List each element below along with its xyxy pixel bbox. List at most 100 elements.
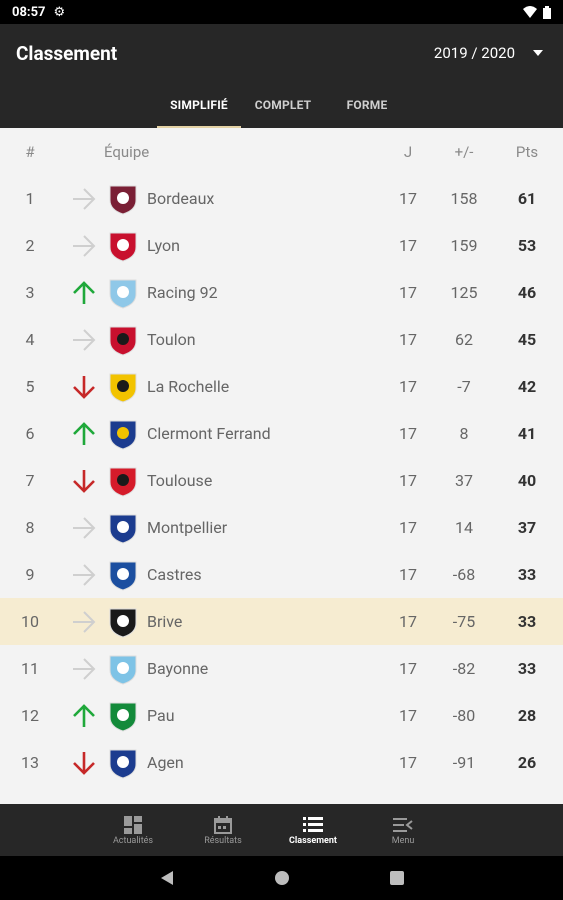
team-cell: Bayonne xyxy=(104,650,384,688)
table-row[interactable]: 8 Montpellier 17 14 37 xyxy=(0,504,563,551)
team-logo-icon xyxy=(104,227,142,265)
arrow-right-icon xyxy=(64,562,104,588)
arrow-right-icon xyxy=(64,656,104,682)
pts-cell: 42 xyxy=(517,377,537,396)
arrow-right-icon xyxy=(64,327,104,353)
team-cell: Toulon xyxy=(104,321,384,359)
team-name: Brive xyxy=(147,612,183,631)
pts-cell: 41 xyxy=(517,424,537,443)
played-cell: 17 xyxy=(399,565,417,584)
table-row[interactable]: 10 Brive 17 -75 33 xyxy=(0,598,563,645)
table-row[interactable]: 11 Bayonne 17 -82 33 xyxy=(0,645,563,692)
played-cell: 17 xyxy=(399,377,417,396)
team-logo-icon xyxy=(104,744,142,782)
season-label: 2019 / 2020 xyxy=(433,44,515,62)
nav-menu[interactable]: Menu xyxy=(358,804,448,856)
col-diff-header: +/- xyxy=(454,142,474,161)
diff-cell: 125 xyxy=(450,283,478,302)
team-logo-icon xyxy=(104,556,142,594)
diff-cell: -68 xyxy=(452,565,476,584)
dropdown-caret-icon xyxy=(533,50,543,56)
table-row[interactable]: 2 Lyon 17 159 53 xyxy=(0,222,563,269)
table-row[interactable]: 3 Racing 92 17 125 46 xyxy=(0,269,563,316)
pts-cell: 28 xyxy=(517,706,537,725)
team-name: Racing 92 xyxy=(147,283,218,302)
table-row[interactable]: 4 Toulon 17 62 45 xyxy=(0,316,563,363)
arrow-down-icon xyxy=(64,750,104,776)
table-row[interactable]: 6 Clermont Ferrand 17 8 41 xyxy=(0,410,563,457)
team-name: Montpellier xyxy=(147,518,228,537)
nav-resultats[interactable]: Résultats xyxy=(178,804,268,856)
diff-cell: -7 xyxy=(457,377,471,396)
pts-cell: 33 xyxy=(517,659,537,678)
rank-cell: 6 xyxy=(25,424,35,443)
team-name: Toulon xyxy=(147,330,196,349)
table-row[interactable]: 7 Toulouse 17 37 40 xyxy=(0,457,563,504)
played-cell: 17 xyxy=(399,659,417,678)
tab-simplifie[interactable]: SIMPLIFIÉ xyxy=(157,92,241,128)
pts-cell: 33 xyxy=(517,565,537,584)
col-played-header: J xyxy=(403,142,413,161)
arrow-right-icon xyxy=(64,609,104,635)
diff-cell: -75 xyxy=(452,612,476,631)
team-logo-icon xyxy=(104,462,142,500)
home-icon[interactable] xyxy=(274,870,290,886)
rank-cell: 5 xyxy=(25,377,35,396)
diff-cell: 158 xyxy=(450,189,478,208)
played-cell: 17 xyxy=(399,189,417,208)
table-row[interactable]: 5 La Rochelle 17 -7 42 xyxy=(0,363,563,410)
col-team-header: Équipe xyxy=(104,142,150,161)
played-cell: 17 xyxy=(399,236,417,255)
diff-cell: 37 xyxy=(455,471,473,490)
recents-icon[interactable] xyxy=(389,871,404,885)
pts-cell: 37 xyxy=(517,518,537,537)
pts-cell: 45 xyxy=(517,330,537,349)
played-cell: 17 xyxy=(399,424,417,443)
team-cell: Brive xyxy=(104,603,384,641)
nav-actualites-label: Actualités xyxy=(112,836,154,846)
nav-classement[interactable]: Classement xyxy=(268,804,358,856)
rank-cell: 3 xyxy=(25,283,35,302)
team-name: Pau xyxy=(147,706,175,725)
season-selector[interactable]: 2019 / 2020 xyxy=(434,44,543,62)
diff-cell: -80 xyxy=(452,706,476,725)
team-logo-icon xyxy=(104,509,142,547)
diff-cell: 8 xyxy=(459,424,469,443)
tab-forme[interactable]: FORME xyxy=(325,92,409,128)
rank-cell: 9 xyxy=(25,565,35,584)
team-logo-icon xyxy=(104,415,142,453)
status-time: 08:57 xyxy=(12,4,46,20)
table-row[interactable]: 9 Castres 17 -68 33 xyxy=(0,551,563,598)
diff-cell: -82 xyxy=(452,659,476,678)
wifi-icon xyxy=(523,6,537,18)
table-row[interactable]: 1 Bordeaux 17 158 61 xyxy=(0,175,563,222)
table-row[interactable]: 12 Pau 17 -80 28 xyxy=(0,692,563,739)
rank-cell: 13 xyxy=(21,753,39,772)
calendar-icon xyxy=(214,816,232,834)
rank-cell: 8 xyxy=(25,518,35,537)
nav-classement-label: Classement xyxy=(289,836,337,846)
diff-cell: 159 xyxy=(450,236,478,255)
nav-actualites[interactable]: Actualités xyxy=(88,804,178,856)
pts-cell: 40 xyxy=(517,471,537,490)
standings-table: # Équipe J +/- Pts 1 Bordeaux 17 158 61 2 Lyon… xyxy=(0,128,563,804)
played-cell: 17 xyxy=(399,753,417,772)
arrow-right-icon xyxy=(64,186,104,212)
back-icon[interactable] xyxy=(160,870,174,886)
page-title: Classement xyxy=(16,42,118,65)
played-cell: 17 xyxy=(399,612,417,631)
team-logo-icon xyxy=(104,274,142,312)
team-name: La Rochelle xyxy=(147,377,230,396)
rank-cell: 10 xyxy=(21,612,39,631)
team-logo-icon xyxy=(104,368,142,406)
tab-complet[interactable]: COMPLET xyxy=(241,92,325,128)
arrow-up-icon xyxy=(64,280,104,306)
played-cell: 17 xyxy=(399,518,417,537)
list-icon xyxy=(303,817,323,832)
table-row[interactable]: 13 Agen 17 -91 26 xyxy=(0,739,563,786)
team-logo-icon xyxy=(104,321,142,359)
team-name: Agen xyxy=(147,753,184,772)
team-name: Clermont Ferrand xyxy=(147,424,271,443)
table-header: # Équipe J +/- Pts xyxy=(0,128,563,175)
team-logo-icon xyxy=(104,180,142,218)
